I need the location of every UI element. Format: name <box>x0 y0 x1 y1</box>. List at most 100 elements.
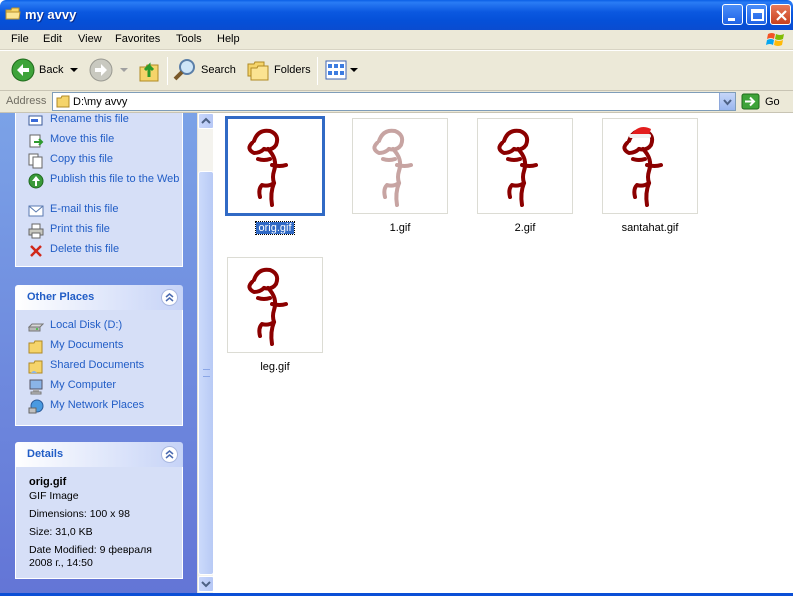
file-list-view[interactable]: orig.gif 1.gif 2.gif santahat.gif leg.gi… <box>213 113 793 596</box>
file-name: leg.gif <box>260 361 290 373</box>
stick-figure-image <box>247 128 288 207</box>
folder-icon <box>5 7 21 20</box>
menu-file[interactable]: File <box>11 33 29 45</box>
address-path: D:\my avvy <box>73 96 128 108</box>
file-name: orig.gif <box>255 221 295 235</box>
details-size: Size: 31,0 KB <box>29 526 93 538</box>
file-thumbnail <box>602 118 698 214</box>
email-icon <box>28 205 44 217</box>
computer-icon <box>29 379 43 395</box>
search-icon <box>173 59 195 81</box>
go-arrow-icon <box>741 93 760 110</box>
collapse-button[interactable] <box>161 446 178 463</box>
task-move[interactable]: Move this file <box>28 133 114 149</box>
chevron-down-icon <box>70 68 79 72</box>
task-copy[interactable]: Copy this file <box>28 153 113 169</box>
toolbar: Back Search Folders <box>0 51 793 91</box>
details-modified: Date Modified: 9 февраля 2008 г., 14:50 <box>29 544 152 569</box>
task-print[interactable]: Print this file <box>28 223 110 239</box>
close-icon <box>776 10 787 21</box>
place-local-disk[interactable]: Local Disk (D:) <box>28 319 122 335</box>
place-my-documents[interactable]: My Documents <box>28 339 123 355</box>
address-input[interactable]: D:\my avvy <box>52 92 736 111</box>
file-name: 2.gif <box>514 222 536 234</box>
go-button[interactable]: Go <box>741 93 780 110</box>
place-my-network-places[interactable]: My Network Places <box>28 399 144 415</box>
menu-view[interactable]: View <box>78 33 102 45</box>
file-name: santahat.gif <box>621 222 679 234</box>
address-bar: Address D:\my avvy Go <box>0 91 793 113</box>
file-tasks-panel: Rename this file Move this file Copy thi… <box>15 113 183 267</box>
chevron-up-icon <box>165 293 174 302</box>
back-arrow-icon <box>11 58 35 82</box>
menu-tools[interactable]: Tools <box>176 33 202 45</box>
menu-favorites[interactable]: Favorites <box>115 33 160 45</box>
file-thumbnail <box>225 116 325 216</box>
folder-icon <box>28 340 43 354</box>
task-rename[interactable]: Rename this file <box>28 113 129 129</box>
minimize-button[interactable] <box>722 4 743 25</box>
chevron-down-icon <box>201 581 211 588</box>
task-publish[interactable]: Publish this file to the Web <box>28 173 179 189</box>
other-places-header[interactable]: Other Places <box>15 285 183 310</box>
windows-logo-icon <box>766 33 784 46</box>
views-button[interactable] <box>325 60 358 80</box>
up-folder-button[interactable] <box>138 57 162 83</box>
search-button[interactable]: Search <box>173 58 236 82</box>
scroll-up-button[interactable] <box>198 113 214 129</box>
place-my-computer[interactable]: My Computer <box>28 379 116 395</box>
forward-button[interactable] <box>89 58 129 82</box>
chevron-up-icon <box>201 117 211 124</box>
scroll-down-button[interactable] <box>198 576 214 592</box>
collapse-button[interactable] <box>161 289 178 306</box>
other-places-panel: Local Disk (D:) My Documents Shared Docu… <box>15 310 183 426</box>
minimize-icon <box>728 18 735 21</box>
file-thumbnail <box>227 257 323 353</box>
rename-icon <box>28 115 43 126</box>
menu-edit[interactable]: Edit <box>43 33 62 45</box>
stick-figure-image <box>497 128 538 207</box>
maximize-icon <box>751 9 764 21</box>
stick-figure-image <box>372 128 413 207</box>
copy-icon <box>28 153 43 169</box>
back-button[interactable]: Back <box>11 58 79 82</box>
folders-button[interactable]: Folders <box>246 58 311 82</box>
folders-icon <box>247 61 269 81</box>
stick-figure-image <box>247 267 288 346</box>
hard-disk-icon <box>28 323 44 332</box>
details-dimensions: Dimensions: 100 x 98 <box>29 508 130 520</box>
scroll-thumb[interactable] <box>198 171 214 575</box>
shared-folder-icon <box>28 360 43 374</box>
views-grid-icon <box>325 60 347 80</box>
forward-arrow-icon <box>89 58 113 82</box>
address-label: Address <box>6 95 47 107</box>
up-folder-icon <box>139 62 159 82</box>
close-button[interactable] <box>770 4 791 25</box>
address-dropdown-button[interactable] <box>719 93 735 110</box>
task-delete[interactable]: Delete this file <box>28 243 119 259</box>
file-name: 1.gif <box>389 222 411 234</box>
details-panel: orig.gif GIF Image Dimensions: 100 x 98 … <box>15 467 183 579</box>
stick-figure-image <box>622 127 663 207</box>
menu-help[interactable]: Help <box>217 33 240 45</box>
details-filename: orig.gif <box>29 476 67 488</box>
details-header[interactable]: Details <box>15 442 183 467</box>
task-email[interactable]: E-mail this file <box>28 203 118 219</box>
details-type: GIF Image <box>29 490 79 502</box>
file-thumbnail <box>477 118 573 214</box>
globe-icon <box>28 173 44 189</box>
task-pane: Rename this file Move this file Copy thi… <box>0 113 197 596</box>
menu-bar: File Edit View Favorites Tools Help <box>0 30 793 50</box>
task-pane-scrollbar[interactable] <box>197 113 214 596</box>
printer-icon <box>28 223 44 239</box>
window-title: my avvy <box>25 7 77 22</box>
file-thumbnail <box>352 118 448 214</box>
place-shared-documents[interactable]: Shared Documents <box>28 359 144 375</box>
move-icon <box>29 134 44 148</box>
maximize-button[interactable] <box>746 4 767 25</box>
network-icon <box>28 399 44 414</box>
folder-icon <box>56 95 70 108</box>
chevron-down-icon <box>120 68 128 72</box>
chevron-down-icon <box>350 68 358 72</box>
title-bar[interactable]: my avvy <box>0 0 793 30</box>
